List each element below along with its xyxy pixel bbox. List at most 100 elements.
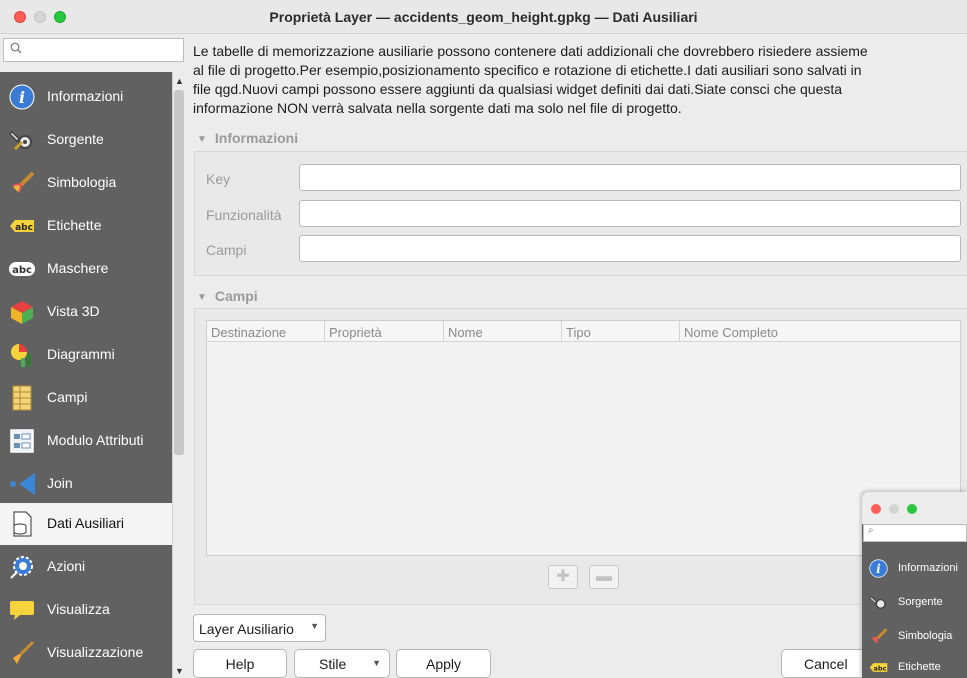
svg-text:abc: abc — [873, 664, 886, 672]
collapse-triangle-icon: ▼ — [197, 292, 207, 303]
window-title: Proprietà Layer — accidents_geom_height.… — [269, 9, 698, 25]
fields-icon — [9, 385, 35, 411]
sidebar-item-visualizza[interactable]: Visualizza — [0, 589, 172, 631]
mini-minimize-button[interactable] — [889, 504, 899, 514]
auxiliary-description: Le tabelle di memorizzazione ausiliarie … — [193, 43, 868, 116]
sidebar-item-label: Sorgente — [47, 131, 104, 147]
sidebar-item-label: Diagrammi — [47, 346, 115, 362]
sidebar-scrollbar[interactable]: ▲ ▼ — [172, 72, 185, 678]
auxiliary-fields-table[interactable]: Destinazione Proprietà Nome Tipo Nome Co… — [206, 320, 961, 556]
sidebar-item-azioni[interactable]: Azioni — [0, 546, 172, 588]
sidebar-item-diagrammi[interactable]: Diagrammi — [0, 334, 172, 376]
sidebar-item-etichette[interactable]: abc Etichette — [0, 205, 172, 247]
mini-item-sorgente[interactable]: Sorgente — [862, 585, 967, 619]
mini-zoom-button[interactable] — [907, 504, 917, 514]
sidebar-item-label: Modulo Attributi — [47, 432, 144, 448]
paintbrush-icon — [869, 627, 888, 646]
cancel-button[interactable]: Cancel — [781, 649, 871, 678]
campi-group-header[interactable]: ▼ Campi — [197, 288, 258, 304]
search-icon — [10, 42, 22, 57]
apply-button[interactable]: Apply — [396, 649, 491, 678]
column-header-destinazione[interactable]: Destinazione — [207, 321, 325, 342]
sidebar-item-sorgente[interactable]: Sorgente — [0, 119, 172, 161]
group-title: Informazioni — [214, 130, 299, 146]
scroll-down-arrow-icon[interactable]: ▼ — [175, 666, 184, 676]
group-title: Campi — [214, 288, 258, 304]
key-field[interactable] — [299, 164, 961, 191]
source-tools-icon — [869, 593, 888, 612]
scroll-up-arrow-icon[interactable]: ▲ — [175, 76, 184, 86]
column-header-nome-completo[interactable]: Nome Completo — [680, 321, 960, 342]
mini-item-etichette[interactable]: abc Etichette — [862, 650, 967, 678]
campi-label: Campi — [206, 242, 247, 258]
abc-label-icon: abc — [9, 213, 35, 239]
info-icon: i — [9, 84, 35, 110]
campi-field[interactable] — [299, 235, 961, 262]
sidebar-item-label: Etichette — [47, 217, 102, 233]
info-icon: i — [869, 559, 888, 578]
sidebar-item-informazioni[interactable]: i Informazioni — [0, 76, 172, 118]
informazioni-group-header[interactable]: ▼ Informazioni — [197, 130, 298, 146]
auxiliary-layer-dropdown-button[interactable]: Layer Ausiliario ▼ — [193, 614, 326, 642]
join-icon — [9, 471, 35, 497]
mini-close-button[interactable] — [871, 504, 881, 514]
display-icon — [9, 597, 35, 623]
mini-item-informazioni[interactable]: i Informazioni — [862, 551, 967, 585]
sidebar-scroll-thumb[interactable] — [174, 90, 184, 455]
svg-text:abc: abc — [12, 265, 32, 276]
attribute-form-icon — [9, 428, 35, 454]
mini-item-simbologia[interactable]: Simbologia — [862, 619, 967, 653]
sidebar-item-label: Dati Ausiliari — [47, 515, 125, 531]
sidebar-item-label: Vista 3D — [47, 303, 100, 319]
svg-text:i: i — [19, 88, 25, 107]
cube-3d-icon — [9, 299, 35, 325]
svg-text:i: i — [876, 562, 880, 576]
chevron-down-icon: ▼ — [310, 621, 319, 631]
sidebar-item-visualizzazione[interactable]: Visualizzazione — [0, 632, 172, 674]
sidebar-item-modulo-attributi[interactable]: Modulo Attributi — [0, 420, 172, 462]
sidebar-item-join[interactable]: Join — [0, 463, 172, 505]
sidebar-item-simbologia[interactable]: Simbologia — [0, 162, 172, 204]
floating-layer-properties-window: ⌕ i Informazioni Sorgente Simbologia abc… — [862, 492, 967, 678]
funzionalita-field[interactable] — [299, 200, 961, 227]
plus-icon: ✚ — [556, 568, 570, 585]
remove-field-button[interactable]: ▬ — [589, 565, 619, 589]
sidebar-item-maschere[interactable]: abc Maschere — [0, 248, 172, 290]
svg-text:abc: abc — [15, 223, 33, 233]
funzionalita-label: Funzionalità — [206, 207, 282, 223]
style-dropdown-button[interactable]: Stile ▼ — [294, 649, 390, 678]
sidebar-item-vista-3d[interactable]: Vista 3D — [0, 291, 172, 333]
key-label: Key — [206, 171, 231, 187]
sidebar-item-label: Simbologia — [47, 174, 117, 190]
title-bar: Proprietà Layer — accidents_geom_height.… — [0, 0, 967, 34]
sidebar-item-label: Campi — [47, 389, 88, 405]
actions-icon — [9, 554, 35, 580]
chevron-down-icon: ▼ — [372, 658, 381, 668]
diagram-icon — [9, 342, 35, 368]
sidebar-item-label: Azioni — [47, 558, 86, 574]
column-header-tipo[interactable]: Tipo — [562, 321, 680, 342]
sidebar: i Informazioni Sorgente Simbologia abc E… — [0, 72, 172, 678]
sidebar-item-dati-ausiliari[interactable]: Dati Ausiliari — [0, 503, 172, 545]
add-field-button[interactable]: ✚ — [548, 565, 578, 589]
sidebar-item-label: Maschere — [47, 260, 109, 276]
rendering-icon — [9, 640, 35, 666]
column-header-proprieta[interactable]: Proprietà — [325, 321, 444, 342]
abc-label-icon: abc — [869, 658, 888, 677]
collapse-triangle-icon: ▼ — [197, 134, 207, 145]
paintbrush-icon — [9, 170, 35, 196]
sidebar-item-label: Visualizza — [47, 601, 110, 617]
mini-search-input[interactable]: ⌕ — [863, 524, 967, 542]
minus-icon: ▬ — [596, 568, 612, 585]
sidebar-item-label: Visualizzazione — [47, 644, 144, 660]
sidebar-item-label: Join — [47, 475, 73, 491]
search-icon: ⌕ — [868, 525, 874, 536]
help-button[interactable]: Help — [193, 649, 287, 678]
sidebar-item-campi[interactable]: Campi — [0, 377, 172, 419]
sidebar-search-input[interactable] — [3, 38, 184, 62]
mini-title-bar — [862, 492, 967, 524]
column-header-nome[interactable]: Nome — [444, 321, 562, 342]
sidebar-item-label: Informazioni — [47, 88, 124, 104]
source-tools-icon — [9, 127, 35, 153]
auxiliary-storage-icon — [9, 511, 35, 537]
